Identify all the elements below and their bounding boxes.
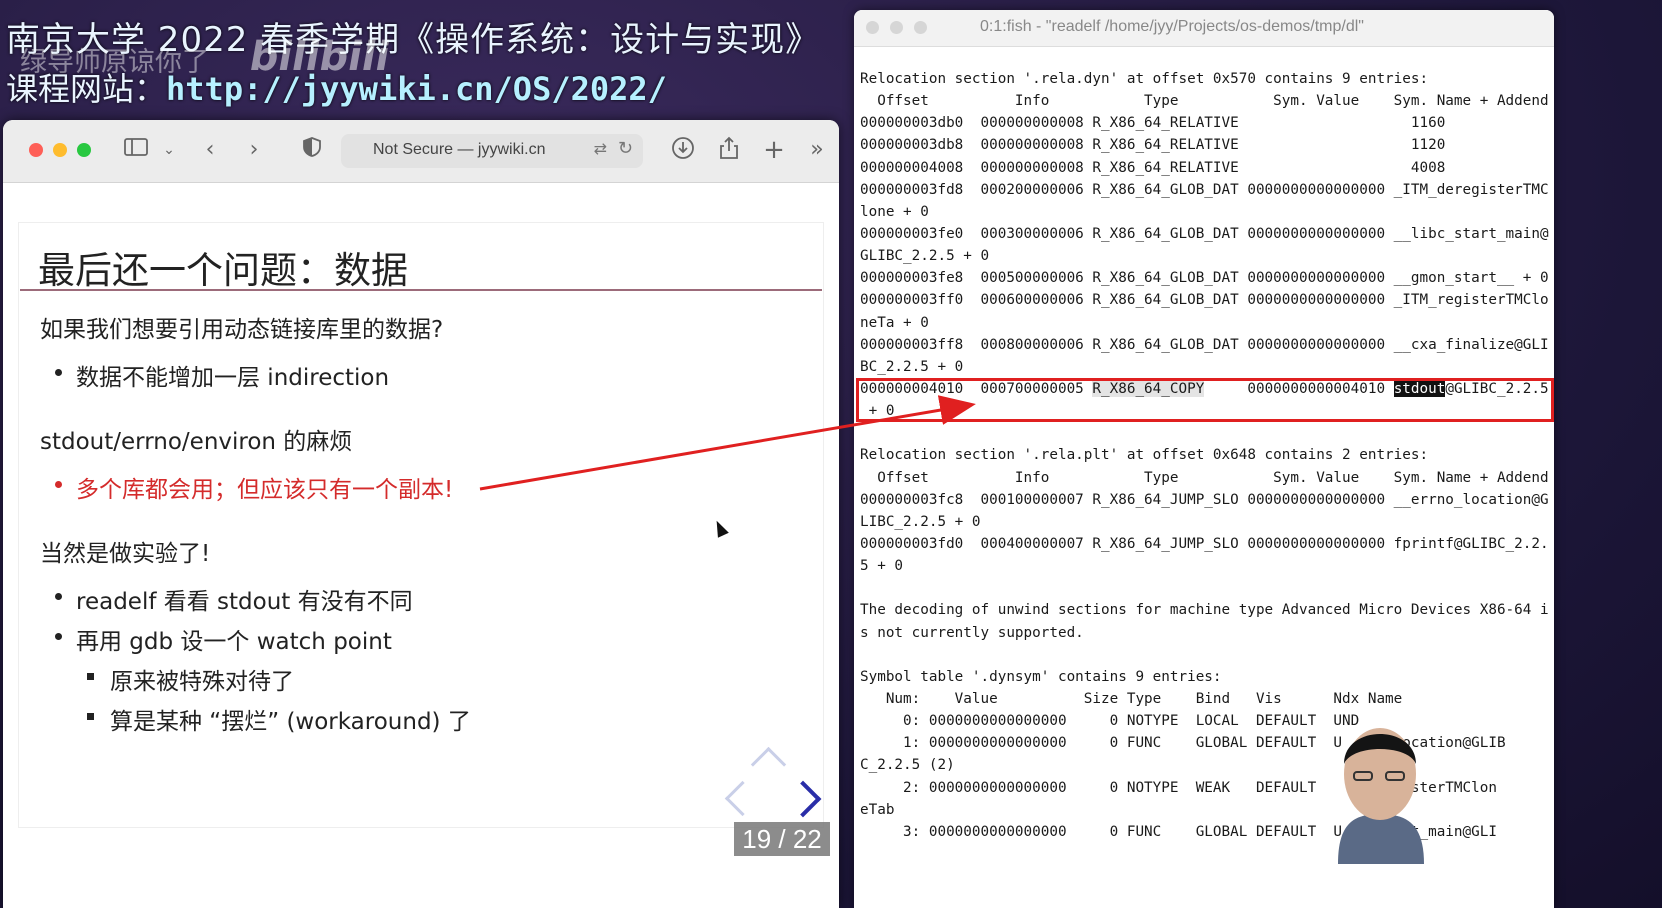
course-website-url[interactable]: http://jyywiki.cn/OS/2022/ <box>166 70 667 108</box>
course-website: 课程网站：http://jyywiki.cn/OS/2022/ <box>6 64 667 110</box>
course-website-label: 课程网站： <box>6 70 167 108</box>
webcam-overlay <box>1338 728 1424 864</box>
